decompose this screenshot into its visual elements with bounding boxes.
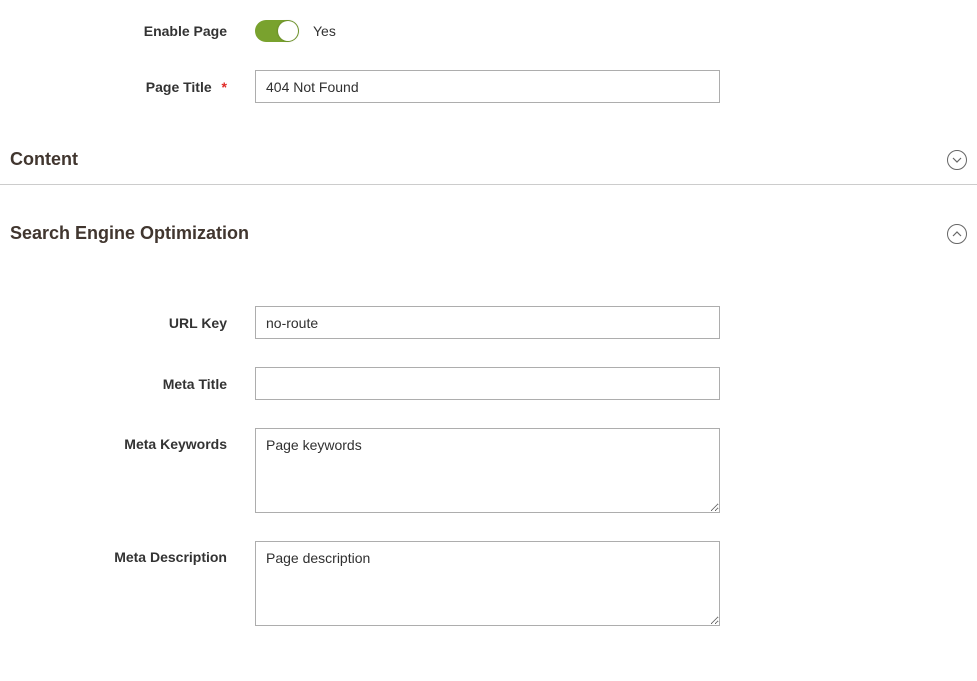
meta-description-label: Meta Description xyxy=(10,541,255,565)
content-section-title: Content xyxy=(10,149,78,170)
page-title-row: Page Title * xyxy=(0,70,977,103)
enable-page-label: Enable Page xyxy=(10,23,255,39)
toggle-knob xyxy=(278,21,298,41)
meta-keywords-label: Meta Keywords xyxy=(10,428,255,452)
required-mark-icon: * xyxy=(222,79,227,95)
meta-description-row: Meta Description xyxy=(0,541,977,626)
page-title-label: Page Title * xyxy=(10,79,255,95)
seo-section-body: URL Key Meta Title Meta Keywords Meta De… xyxy=(0,258,977,626)
enable-page-row: Enable Page Yes xyxy=(0,20,977,42)
meta-title-input[interactable] xyxy=(255,367,720,400)
seo-section-title: Search Engine Optimization xyxy=(10,223,249,244)
content-section-header[interactable]: Content xyxy=(0,131,977,185)
enable-page-value: Yes xyxy=(313,23,336,39)
meta-keywords-textarea[interactable] xyxy=(255,428,720,513)
meta-title-row: Meta Title xyxy=(0,367,977,400)
url-key-input[interactable] xyxy=(255,306,720,339)
enable-page-toggle[interactable] xyxy=(255,20,299,42)
meta-keywords-row: Meta Keywords xyxy=(0,428,977,513)
url-key-label: URL Key xyxy=(10,315,255,331)
seo-section-header[interactable]: Search Engine Optimization xyxy=(0,205,977,258)
page-title-input[interactable] xyxy=(255,70,720,103)
enable-page-control: Yes xyxy=(255,20,336,42)
general-section: Enable Page Yes Page Title * xyxy=(0,10,977,103)
url-key-row: URL Key xyxy=(0,306,977,339)
chevron-down-icon xyxy=(947,150,967,170)
meta-title-label: Meta Title xyxy=(10,376,255,392)
page-title-label-text: Page Title xyxy=(146,79,212,95)
chevron-up-icon xyxy=(947,224,967,244)
meta-description-textarea[interactable] xyxy=(255,541,720,626)
